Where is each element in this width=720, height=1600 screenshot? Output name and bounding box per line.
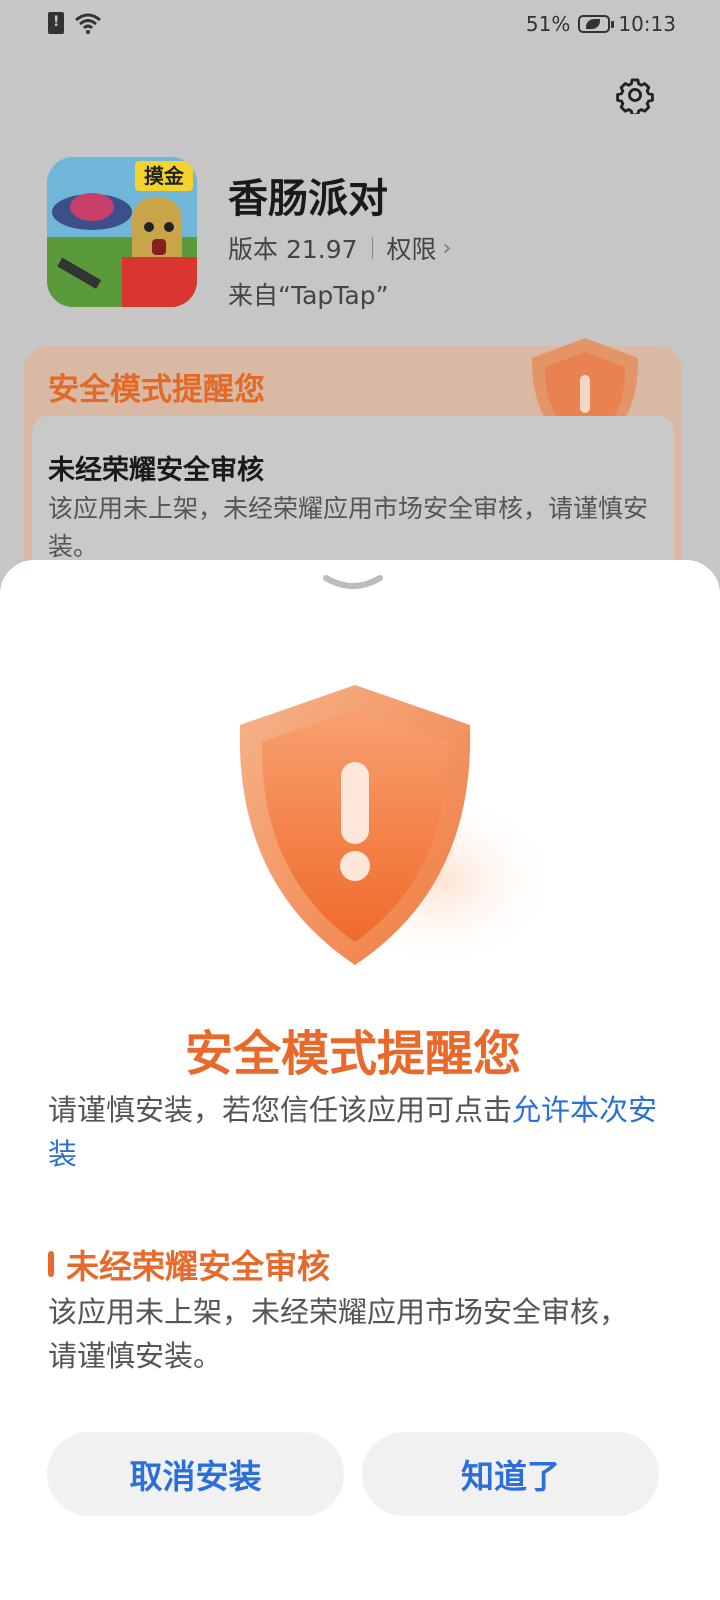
app-icon-badge: 摸金 (144, 164, 185, 188)
meta-divider (371, 237, 373, 259)
app-version: 版本 21.97 (228, 235, 358, 264)
app-name: 香肠派对 (228, 176, 388, 222)
cancel-install-button[interactable]: 取消安装 (47, 1432, 344, 1516)
battery-percent: 51% (525, 12, 571, 36)
got-it-button[interactable]: 知道了 (362, 1432, 659, 1516)
security-card-item-title: 未经荣耀安全审核 (48, 455, 264, 486)
chevron-right-icon: › (442, 235, 452, 261)
large-shield-warning-icon (239, 685, 560, 970)
permissions-link[interactable]: 权限 (387, 230, 437, 266)
security-card-item-desc: 该应用未上架，未经荣耀应用市场安全审核，请谨慎安装。 (48, 494, 649, 561)
sheet-description: 请谨慎安装，若您信任该应用可点击允许本次安装 (48, 1088, 668, 1176)
section-title: 未经荣耀安全审核 (48, 1240, 330, 1288)
section-description: 该应用未上架，未经荣耀应用市场安全审核，请谨慎安装。 (48, 1295, 629, 1373)
status-bar: 51% 10:13 (0, 0, 720, 50)
section-title-text: 未经荣耀安全审核 (66, 1247, 330, 1286)
app-meta: 版本 21.97 权限 › (228, 230, 451, 266)
security-card-title: 安全模式提醒您 (48, 372, 265, 408)
clock: 10:13 (618, 12, 676, 36)
section-marker (48, 1251, 54, 1277)
app-source: 来自“TapTap” (228, 281, 389, 310)
settings-gear-icon[interactable] (616, 76, 654, 114)
battery-icon (578, 15, 615, 33)
sim-alert-icon (48, 12, 64, 34)
sheet-title: 安全模式提醒您 (184, 1026, 521, 1082)
chevron-down-icon[interactable] (322, 572, 384, 596)
wifi-icon (75, 13, 101, 34)
sheet-description-text: 请谨慎安装，若您信任该应用可点击 (48, 1093, 513, 1127)
app-icon: 摸金 (47, 157, 197, 307)
